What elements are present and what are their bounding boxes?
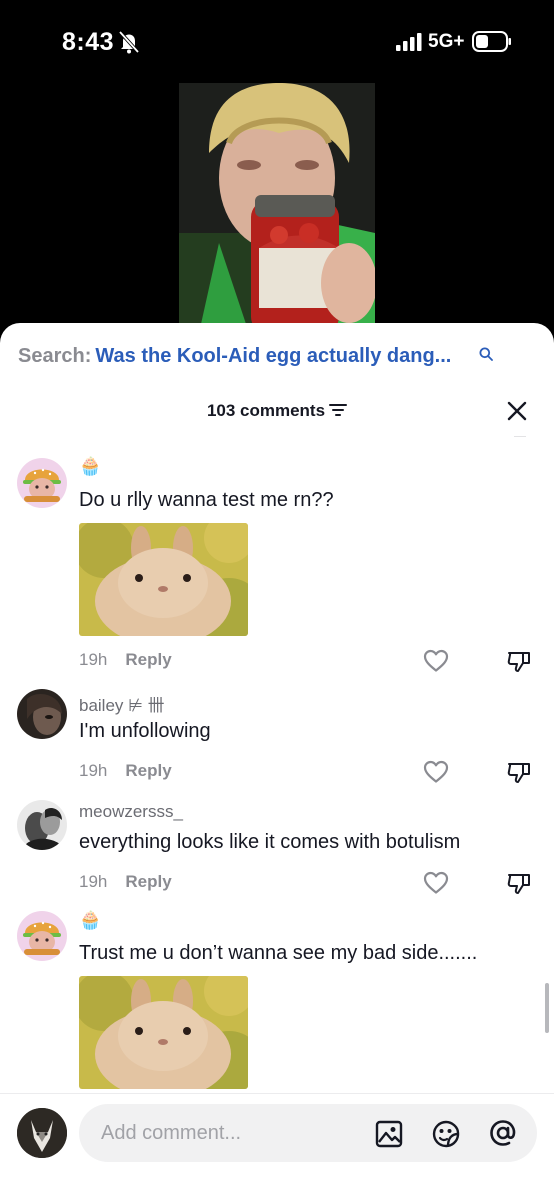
status-bar: 8:43 5G+ [0,0,554,80]
search-prefix: Search: [18,345,92,367]
dislike-icon[interactable] [506,760,532,784]
burger-avatar[interactable] [17,911,67,961]
heart-icon[interactable] [423,760,449,784]
filter-icon[interactable] [329,403,348,417]
heart-icon[interactable] [423,649,449,673]
battery-icon [472,31,511,52]
bw-photo-avatar[interactable] [17,800,67,850]
add-comment-input[interactable]: Add comment... [79,1104,537,1162]
bell-slash-icon [118,30,140,54]
reply-button[interactable]: Reply [125,761,171,780]
search-query-link[interactable]: Was the Kool-Aid egg actually dang... [95,345,451,367]
photo-avatar[interactable] [17,689,67,739]
comments-count-header[interactable]: 103 comments [0,401,554,421]
dislike-icon[interactable] [506,871,532,895]
cellular-signal-icon [396,33,422,51]
search-suggestion[interactable]: Search: Was the Kool-Aid egg actually dan… [18,345,451,368]
burger-avatar[interactable] [17,458,67,508]
search-icon[interactable] [479,347,493,361]
scrollbar-thumb[interactable] [545,983,549,1033]
comment-meta: 19h Reply [79,761,172,780]
comment-text: I'm unfollowing [79,720,211,742]
comment-author[interactable]: bailey ⊭ 卌 [79,691,165,716]
user-avatar[interactable] [17,1108,67,1158]
comment-meta: 19h Reply [79,872,172,891]
comment-author[interactable]: 🧁 [79,456,101,477]
reply-button[interactable]: Reply [125,650,171,669]
comment-text: everything looks like it comes with botu… [79,831,461,853]
comments-sheet: Search: Was the Kool-Aid egg actually dan… [0,323,554,1200]
comment-composer-bar: Add comment... [0,1093,554,1200]
bunny-image[interactable] [79,523,248,636]
comment-author[interactable]: 🧁 [79,910,101,931]
divider [514,436,526,437]
comment-meta: 19h Reply [79,650,172,669]
reply-button[interactable]: Reply [125,872,171,891]
bunny-image[interactable] [79,976,248,1089]
mention-icon[interactable] [488,1118,518,1148]
network-type: 5G+ [428,31,465,52]
video-thumbnail[interactable] [179,83,375,333]
status-time: 8:43 [62,28,115,56]
comment-author[interactable]: meowzersss_ [79,802,183,822]
image-icon[interactable] [375,1120,403,1148]
comment-text: Trust me u don’t wanna see my bad side..… [79,942,478,964]
comment-text: Do u rlly wanna test me rn?? [79,489,334,511]
heart-icon[interactable] [423,871,449,895]
comments-count: 103 comments [206,401,326,420]
dislike-icon[interactable] [506,649,532,673]
add-comment-placeholder: Add comment... [101,1122,242,1144]
sticker-icon[interactable] [431,1119,461,1149]
close-icon[interactable] [506,400,528,422]
